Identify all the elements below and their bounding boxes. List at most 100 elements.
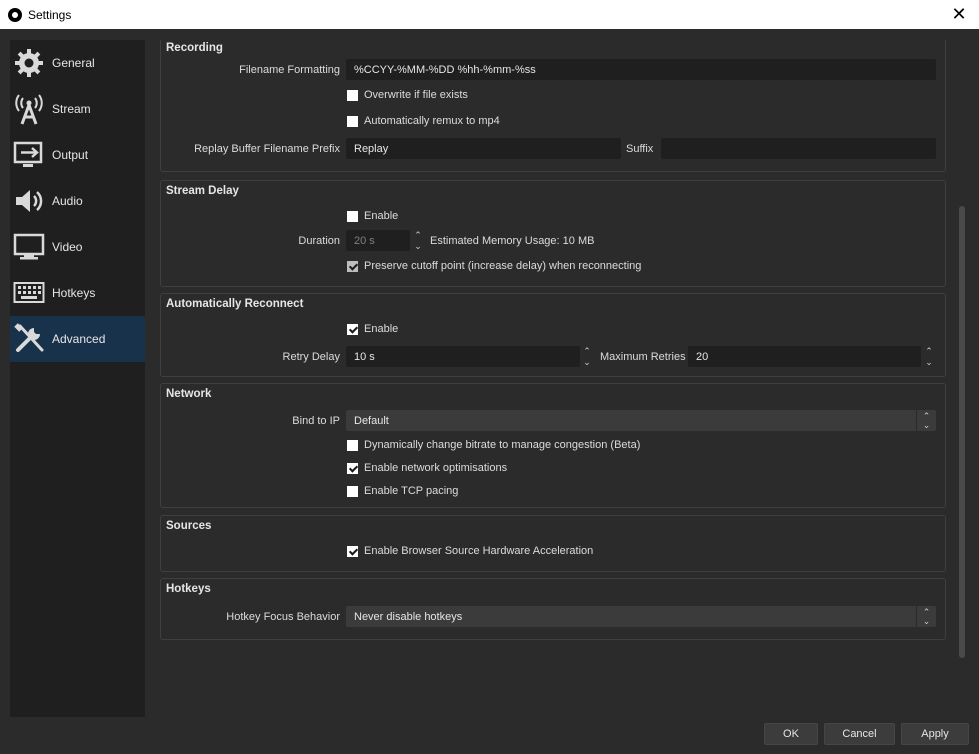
hotkey-focus-select[interactable]: Never disable hotkeys ⌃ ⌄ [346,606,936,627]
group-title: Hotkeys [166,583,211,595]
group-title: Sources [166,520,212,532]
group-title: Recording [166,42,223,54]
monitor-icon [12,230,46,264]
checkbox-label: Dynamically change bitrate to manage con… [364,439,641,451]
checkbox-box[interactable] [347,439,358,451]
overwrite-checkbox[interactable]: Overwrite if file exists [347,89,468,101]
auto-reconnect-group: Automatically Reconnect Enable Retry Del… [160,293,946,377]
sidebar-item-label: Stream [52,102,91,116]
network-group: Network Bind to IP Default ⌃ ⌄ Dynamicall… [160,383,946,508]
filename-formatting-label: Filename Formatting [239,64,340,76]
sources-group: Sources Enable Browser Source Hardware A… [160,515,946,572]
checkbox-box[interactable] [347,89,358,101]
obs-logo-icon [8,7,22,22]
duration-label: Duration [298,235,340,247]
retry-delay-label: Retry Delay [282,351,340,363]
hotkeys-group: Hotkeys Hotkey Focus Behavior Never disa… [160,578,946,640]
checkbox-box[interactable] [347,323,358,335]
stepper-up-icon[interactable]: ⌃ [580,346,594,356]
network-optimisations-checkbox[interactable]: Enable network optimisations [347,462,507,474]
settings-sidebar: General Stream Output Audio Video Hotkey… [10,40,145,717]
suffix-input[interactable] [661,138,936,159]
bind-to-ip-select[interactable]: Default ⌃ ⌄ [346,410,936,431]
stepper-down-icon[interactable]: ⌄ [411,241,425,251]
select-chevrons-icon[interactable]: ⌃ ⌄ [916,606,936,627]
stepper-up-icon[interactable]: ⌃ [411,230,425,240]
sidebar-item-label: Video [52,240,83,254]
cancel-button[interactable]: Cancel [824,723,895,745]
checkbox-box[interactable] [347,462,358,474]
sidebar-item-video[interactable]: Video [10,224,145,270]
scrollbar-thumb[interactable] [959,206,965,658]
select-chevrons-icon[interactable]: ⌃ ⌄ [916,410,936,431]
checkbox-box[interactable] [347,210,358,222]
sidebar-item-hotkeys[interactable]: Hotkeys [10,270,145,316]
checkbox-box[interactable] [347,260,358,272]
retry-delay-stepper[interactable]: ⌃ ⌄ [580,346,594,367]
checkbox-label: Overwrite if file exists [364,89,468,101]
recording-group: Recording Filename Formatting %CCYY-%MM-… [160,40,946,172]
close-icon[interactable]: ✕ [939,0,979,29]
gear-icon [12,46,46,80]
sidebar-item-output[interactable]: Output [10,132,145,178]
stream-delay-group: Stream Delay Enable Duration 20 s ⌃ ⌄ Es… [160,180,946,287]
checkbox-label: Enable [364,323,399,335]
memory-usage-text: Estimated Memory Usage: 10 MB [430,235,595,247]
keyboard-icon [12,276,46,310]
output-icon [12,138,46,172]
select-value: Never disable hotkeys [354,610,463,623]
max-retries-spinbox[interactable]: 20 [688,346,921,367]
max-retries-stepper[interactable]: ⌃ ⌄ [922,346,936,367]
auto-remux-checkbox[interactable]: Automatically remux to mp4 [347,115,500,127]
hotkey-focus-label: Hotkey Focus Behavior [226,611,340,623]
sidebar-item-label: Advanced [52,332,106,346]
group-title: Network [166,388,212,400]
stream-delay-enable-checkbox[interactable]: Enable [347,210,398,222]
preserve-cutoff-checkbox[interactable]: Preserve cutoff point (increase delay) w… [347,260,641,272]
sidebar-item-stream[interactable]: Stream [10,86,145,132]
group-title: Stream Delay [166,185,239,197]
select-value: Default [354,414,389,427]
bind-to-ip-label: Bind to IP [292,415,340,427]
tools-icon [12,322,46,356]
content-scrollbar[interactable] [957,40,967,658]
browser-hw-accel-checkbox[interactable]: Enable Browser Source Hardware Accelerat… [347,545,593,557]
dynamic-bitrate-checkbox[interactable]: Dynamically change bitrate to manage con… [347,439,640,451]
tcp-pacing-checkbox[interactable]: Enable TCP pacing [347,485,458,497]
duration-spinbox[interactable]: 20 s [346,230,410,251]
apply-button[interactable]: Apply [901,723,969,745]
broadcast-icon [12,92,46,126]
replay-prefix-label: Replay Buffer Filename Prefix [194,143,340,155]
group-title: Automatically Reconnect [166,298,304,310]
title-bar: Settings ✕ [0,0,979,29]
retry-delay-spinbox[interactable]: 10 s [346,346,580,367]
checkbox-label: Enable Browser Source Hardware Accelerat… [364,545,594,557]
stepper-up-icon[interactable]: ⌃ [922,346,936,356]
suffix-label: Suffix [626,143,654,155]
checkbox-label: Enable [364,210,399,222]
duration-stepper[interactable]: ⌃ ⌄ [411,230,425,251]
checkbox-label: Preserve cutoff point (increase delay) w… [364,260,642,272]
checkbox-box[interactable] [347,545,358,557]
sidebar-item-label: Hotkeys [52,286,96,300]
speaker-icon [12,184,46,218]
settings-content: Recording Filename Formatting %CCYY-%MM-… [155,40,955,644]
checkbox-label: Automatically remux to mp4 [364,115,500,127]
stepper-down-icon[interactable]: ⌄ [922,357,936,367]
max-retries-label: Maximum Retries [600,351,686,363]
sidebar-item-label: General [52,56,95,70]
filename-formatting-input[interactable]: %CCYY-%MM-%DD %hh-%mm-%ss [346,59,936,80]
checkbox-label: Enable TCP pacing [364,485,459,497]
checkbox-label: Enable network optimisations [364,462,508,474]
sidebar-item-label: Audio [52,194,83,208]
replay-prefix-input[interactable]: Replay [346,138,621,159]
checkbox-box[interactable] [347,115,358,127]
window-title: Settings [28,7,72,22]
stepper-down-icon[interactable]: ⌄ [580,357,594,367]
checkbox-box[interactable] [347,485,358,497]
sidebar-item-audio[interactable]: Audio [10,178,145,224]
reconnect-enable-checkbox[interactable]: Enable [347,323,398,335]
sidebar-item-general[interactable]: General [10,40,145,86]
ok-button[interactable]: OK [764,723,818,745]
sidebar-item-advanced[interactable]: Advanced [10,316,145,362]
